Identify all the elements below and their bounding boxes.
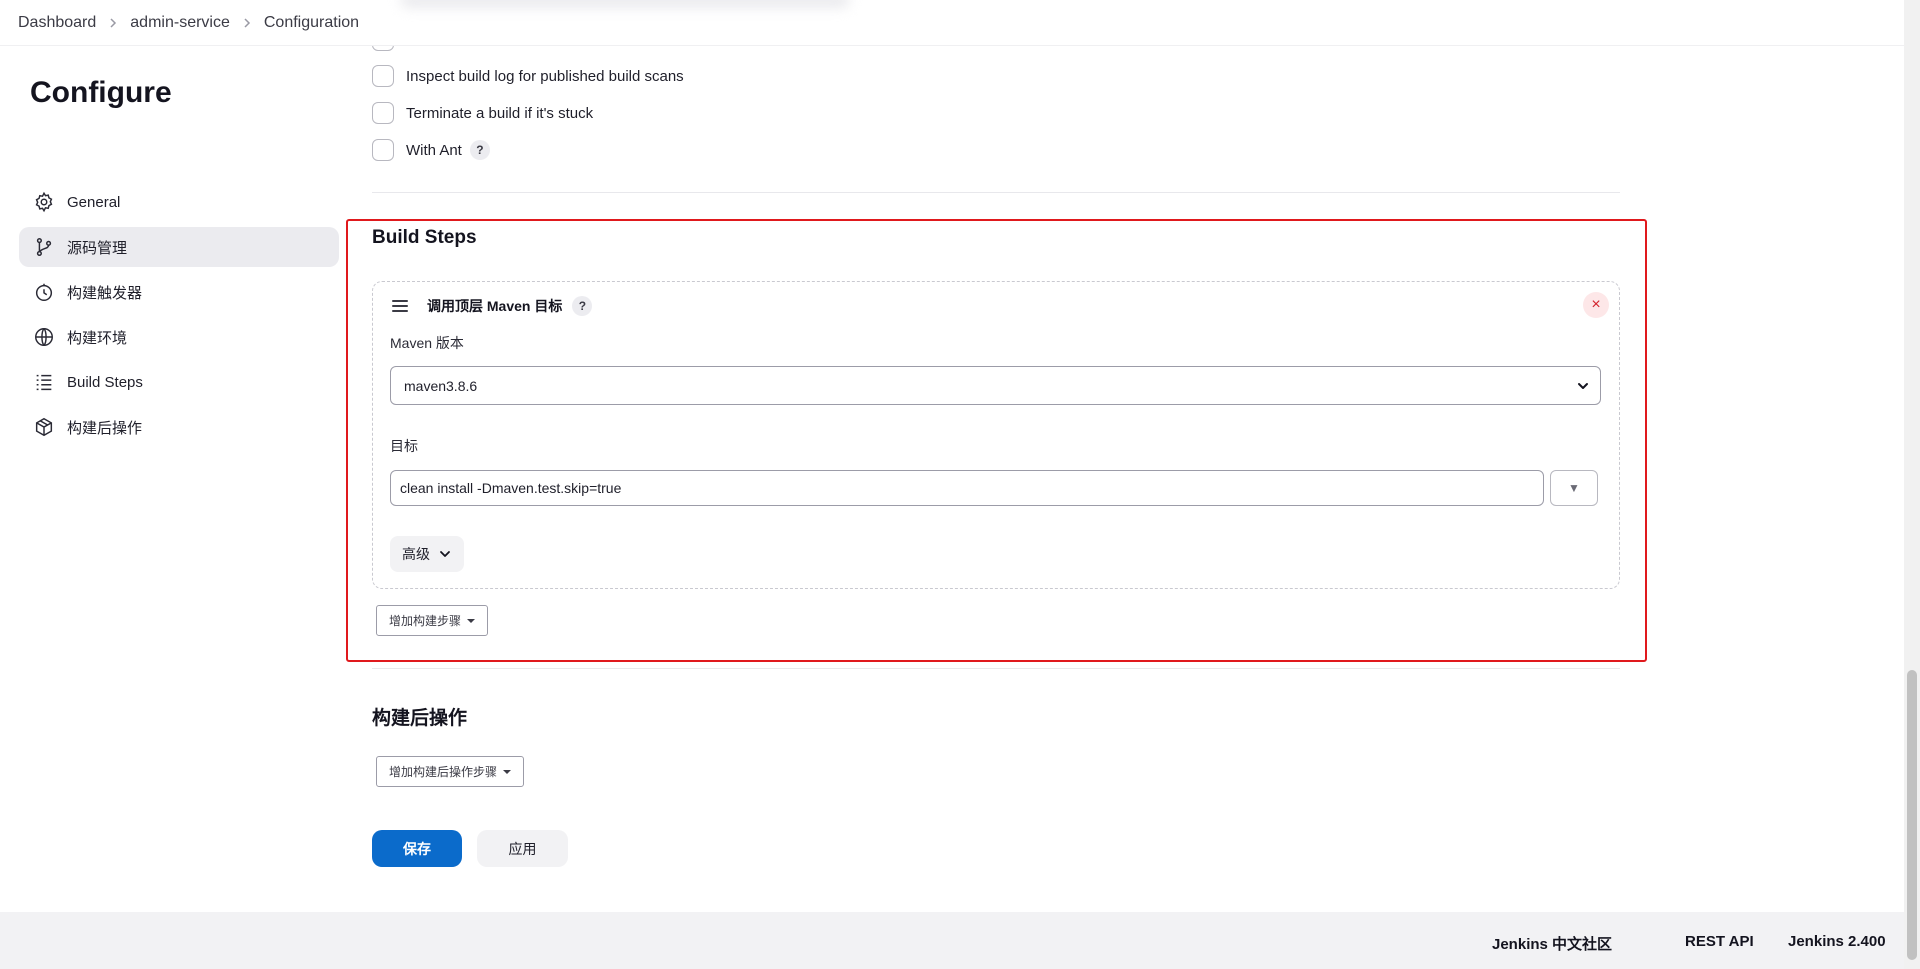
save-button[interactable]: 保存 (372, 830, 462, 867)
help-icon[interactable]: ? (469, 140, 490, 160)
step-title: 调用顶层 Maven 目标 (427, 298, 563, 314)
page-title: Configure (30, 76, 172, 109)
breadcrumb-dashboard[interactable]: Dashboard (18, 14, 96, 32)
drag-handle-icon[interactable] (391, 299, 409, 313)
help-icon[interactable]: ? (572, 296, 593, 316)
gear-icon (33, 191, 55, 213)
add-build-step-label: 增加构建步骤 (389, 614, 462, 628)
package-icon (33, 416, 55, 438)
checkbox[interactable] (372, 65, 394, 87)
breadcrumb: Dashboard admin-service Configuration (0, 0, 1904, 46)
footer-version-link[interactable]: Jenkins 2.400 (1788, 933, 1886, 950)
checkbox-row-terminate-stuck[interactable]: Terminate a build if it's stuck (372, 100, 593, 126)
checkbox-label: Terminate a build if it's stuck (406, 104, 594, 122)
scrollbar-thumb[interactable] (1907, 670, 1917, 960)
caret-down-icon (467, 618, 476, 623)
section-divider (372, 668, 1620, 669)
delete-step-button[interactable]: × (1583, 292, 1609, 318)
step-header: 调用顶层 Maven 目标 ? (391, 296, 593, 316)
sidebar-item-build-environment[interactable]: 构建环境 (19, 317, 339, 357)
sidebar-item-post-build[interactable]: 构建后操作 (19, 407, 339, 447)
sidebar-item-general[interactable]: General (19, 182, 339, 222)
expand-goals-button[interactable]: ▼ (1550, 470, 1598, 506)
checkbox[interactable] (372, 139, 394, 161)
advanced-label: 高级 (402, 546, 430, 562)
maven-build-step-card: 调用顶层 Maven 目标 ? × Maven 版本 maven3.8.6 目标… (372, 281, 1620, 589)
post-build-heading: 构建后操作 (372, 708, 468, 729)
sidebar-item-label: 构建触发器 (67, 284, 143, 302)
section-divider (372, 192, 1620, 193)
goals-value: clean install -Dmaven.test.skip=true (400, 480, 622, 496)
git-branch-icon (33, 236, 55, 258)
maven-version-value: maven3.8.6 (404, 377, 478, 394)
maven-version-label: Maven 版本 (390, 335, 464, 351)
checkbox-label: Inspect build log for published build sc… (406, 67, 684, 85)
chevron-down-icon (1578, 383, 1588, 389)
footer-community-link[interactable]: Jenkins 中文社区 (1492, 933, 1612, 954)
list-icon (33, 371, 55, 393)
goals-input[interactable]: clean install -Dmaven.test.skip=true (390, 470, 1544, 506)
sidebar: Configure General 源码管理 构建触发器 构建环境 Build … (0, 46, 360, 912)
scrollbar[interactable] (1904, 0, 1920, 969)
checkbox-row-with-ant[interactable]: With Ant ? (372, 137, 490, 163)
sidebar-item-label: 构建环境 (67, 329, 128, 347)
add-post-build-label: 增加构建后操作步骤 (389, 765, 498, 779)
footer-rest-api-link[interactable]: REST API (1685, 933, 1754, 950)
goals-label: 目标 (390, 438, 418, 454)
checkbox-row-inspect-build-log[interactable]: Inspect build log for published build sc… (372, 63, 684, 89)
checkbox-label: With Ant (406, 141, 462, 159)
chevron-down-icon (440, 551, 450, 557)
apply-button[interactable]: 应用 (477, 830, 568, 867)
sidebar-item-label: 源码管理 (67, 239, 128, 257)
breadcrumb-configuration[interactable]: Configuration (264, 14, 359, 32)
sidebar-item-build-triggers[interactable]: 构建触发器 (19, 272, 339, 312)
globe-icon (33, 326, 55, 348)
footer: Jenkins 中文社区 REST API Jenkins 2.400 (0, 912, 1904, 969)
chevron-right-icon (108, 17, 118, 29)
sidebar-nav: General 源码管理 构建触发器 构建环境 Build Steps 构建后操… (19, 182, 339, 452)
advanced-button[interactable]: 高级 (390, 536, 464, 572)
breadcrumb-admin-service[interactable]: admin-service (130, 14, 230, 32)
sidebar-item-source-code[interactable]: 源码管理 (19, 227, 339, 267)
clock-icon (33, 281, 55, 303)
sidebar-item-label: Build Steps (67, 373, 143, 391)
sidebar-item-build-steps[interactable]: Build Steps (19, 362, 339, 402)
add-post-build-step-button[interactable]: 增加构建后操作步骤 (376, 756, 525, 787)
build-steps-heading: Build Steps (372, 227, 477, 248)
chevron-right-icon (242, 17, 252, 29)
maven-version-select[interactable]: maven3.8.6 (390, 366, 1601, 405)
checkbox[interactable] (372, 102, 394, 124)
sidebar-item-label: General (67, 193, 121, 211)
blurred-shadow (400, 0, 850, 8)
sidebar-item-label: 构建后操作 (67, 419, 143, 437)
caret-down-icon (503, 769, 512, 774)
add-build-step-button[interactable]: 增加构建步骤 (376, 605, 489, 636)
